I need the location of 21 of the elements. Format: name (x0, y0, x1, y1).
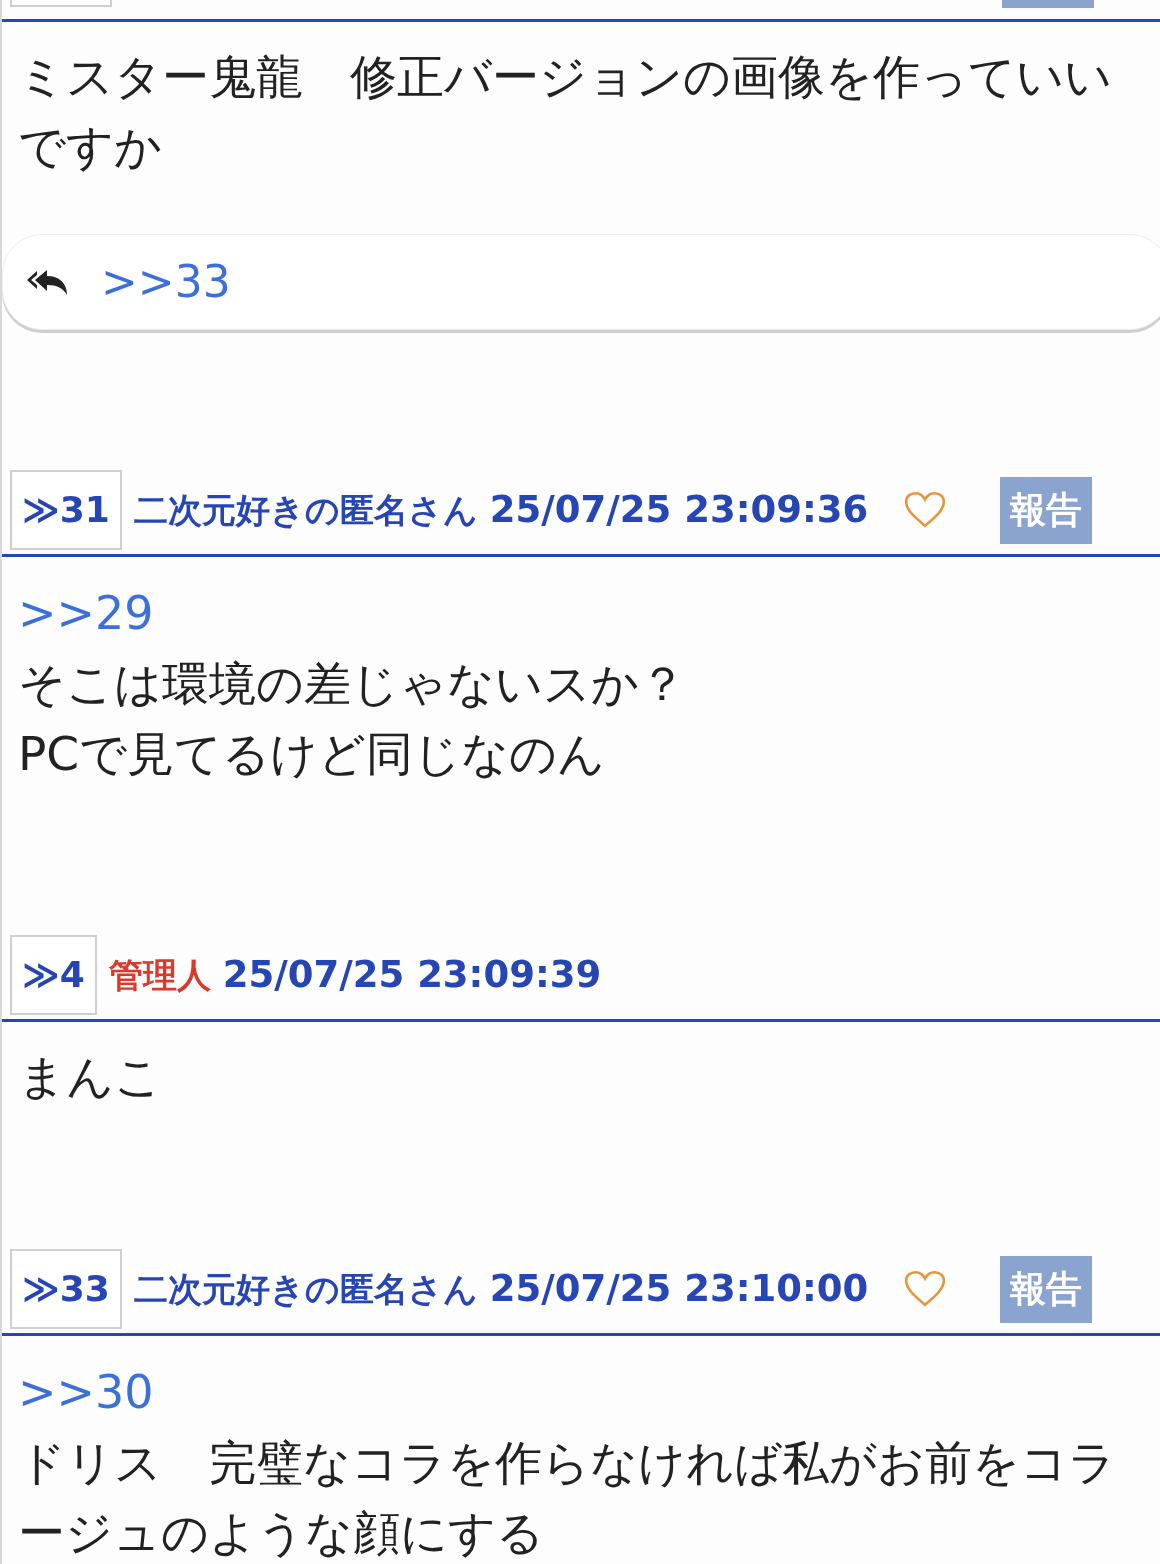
post-text: ドリス 完璧なコラを作らなければ私がお前をコラージュのような顔にする (18, 1434, 1117, 1562)
post-text: そこは環境の差じゃないスか？ PCで見てるけど同じなのん (18, 655, 687, 783)
post-date: 25/07/25 23:09:39 (222, 952, 602, 999)
reply-anchor-link[interactable]: >>30 (18, 1356, 154, 1428)
heart-icon[interactable] (904, 491, 947, 529)
post-number-link[interactable]: ≫4 (10, 935, 97, 1015)
post-text: ミスター鬼龍 修正バージョンの画像を作っていいですか (18, 48, 1113, 176)
post-number-link[interactable]: ≫33 (10, 1249, 122, 1329)
reply-anchor-link[interactable]: >>33 (101, 249, 231, 315)
report-button[interactable]: 報告 (1000, 476, 1092, 544)
author-name: 二次元好きの匿名さん (133, 1267, 478, 1311)
reply-all-icon[interactable] (25, 267, 69, 297)
heart-icon[interactable] (904, 1270, 947, 1308)
reply-anchor-link[interactable]: >>29 (18, 577, 154, 649)
post-date: 25/07/25 23:10:00 (489, 1266, 869, 1313)
post-text: まんこ (18, 1048, 163, 1106)
author-name: 二次元好きの匿名さん (133, 488, 478, 532)
post-date: 25/07/25 23:09:36 (489, 487, 869, 534)
post-number-link[interactable]: ≫31 (10, 470, 122, 550)
report-button[interactable]: 報告 (1000, 1255, 1092, 1323)
author-name: 管理人 (108, 953, 211, 997)
